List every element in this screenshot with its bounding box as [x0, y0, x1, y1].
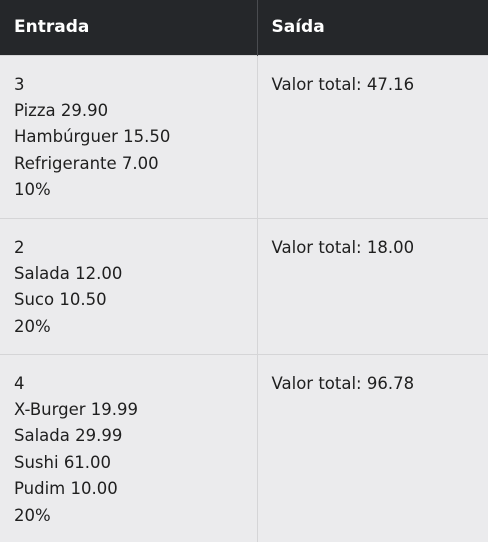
output-value: Valor total: 47.16: [271, 74, 415, 94]
input-cell: 3 Pizza 29.90 Hambúrguer 15.50 Refrigera…: [0, 54, 257, 218]
input-line: 4: [14, 373, 25, 393]
input-line: Pizza 29.90: [14, 100, 109, 120]
input-line: X-Burger 19.99: [14, 399, 139, 419]
output-cell: Valor total: 96.78: [256, 353, 488, 542]
input-line: 3: [14, 74, 25, 94]
table-header: Entrada Saída: [0, 0, 488, 55]
input-line: 20%: [14, 505, 51, 525]
table-row: 4 X-Burger 19.99 Salada 29.99 Sushi 61.0…: [0, 353, 488, 542]
table-row: 3 Pizza 29.90 Hambúrguer 15.50 Refrigera…: [0, 54, 488, 218]
input-cell: 4 X-Burger 19.99 Salada 29.99 Sushi 61.0…: [0, 353, 257, 542]
header-output: Saída: [256, 0, 488, 55]
output-cell: Valor total: 47.16: [256, 54, 488, 218]
input-line: 2: [14, 237, 25, 257]
input-line: 10%: [14, 180, 51, 200]
output-value: Valor total: 18.00: [271, 237, 415, 257]
input-line: Hambúrguer 15.50: [14, 127, 171, 147]
table-row: 2 Salada 12.00 Suco 10.50 20% Valor tota…: [0, 217, 488, 354]
input-line: Suco 10.50: [14, 290, 107, 310]
output-cell: Valor total: 18.00: [256, 217, 488, 354]
input-line: Salada 12.00: [14, 263, 123, 283]
table-body: 3 Pizza 29.90 Hambúrguer 15.50 Refrigera…: [0, 54, 488, 542]
input-line: Sushi 61.00: [14, 452, 112, 472]
io-examples-table: Entrada Saída 3 Pizza 29.90 Hambúrguer 1…: [0, 0, 488, 542]
input-line: Refrigerante 7.00: [14, 153, 159, 173]
header-row: Entrada Saída: [0, 0, 488, 55]
input-cell: 2 Salada 12.00 Suco 10.50 20%: [0, 217, 257, 354]
input-line: 20%: [14, 316, 51, 336]
output-value: Valor total: 96.78: [271, 373, 415, 393]
input-line: Pudim 10.00: [14, 479, 118, 499]
header-input: Entrada: [0, 0, 257, 55]
input-line: Salada 29.99: [14, 426, 123, 446]
